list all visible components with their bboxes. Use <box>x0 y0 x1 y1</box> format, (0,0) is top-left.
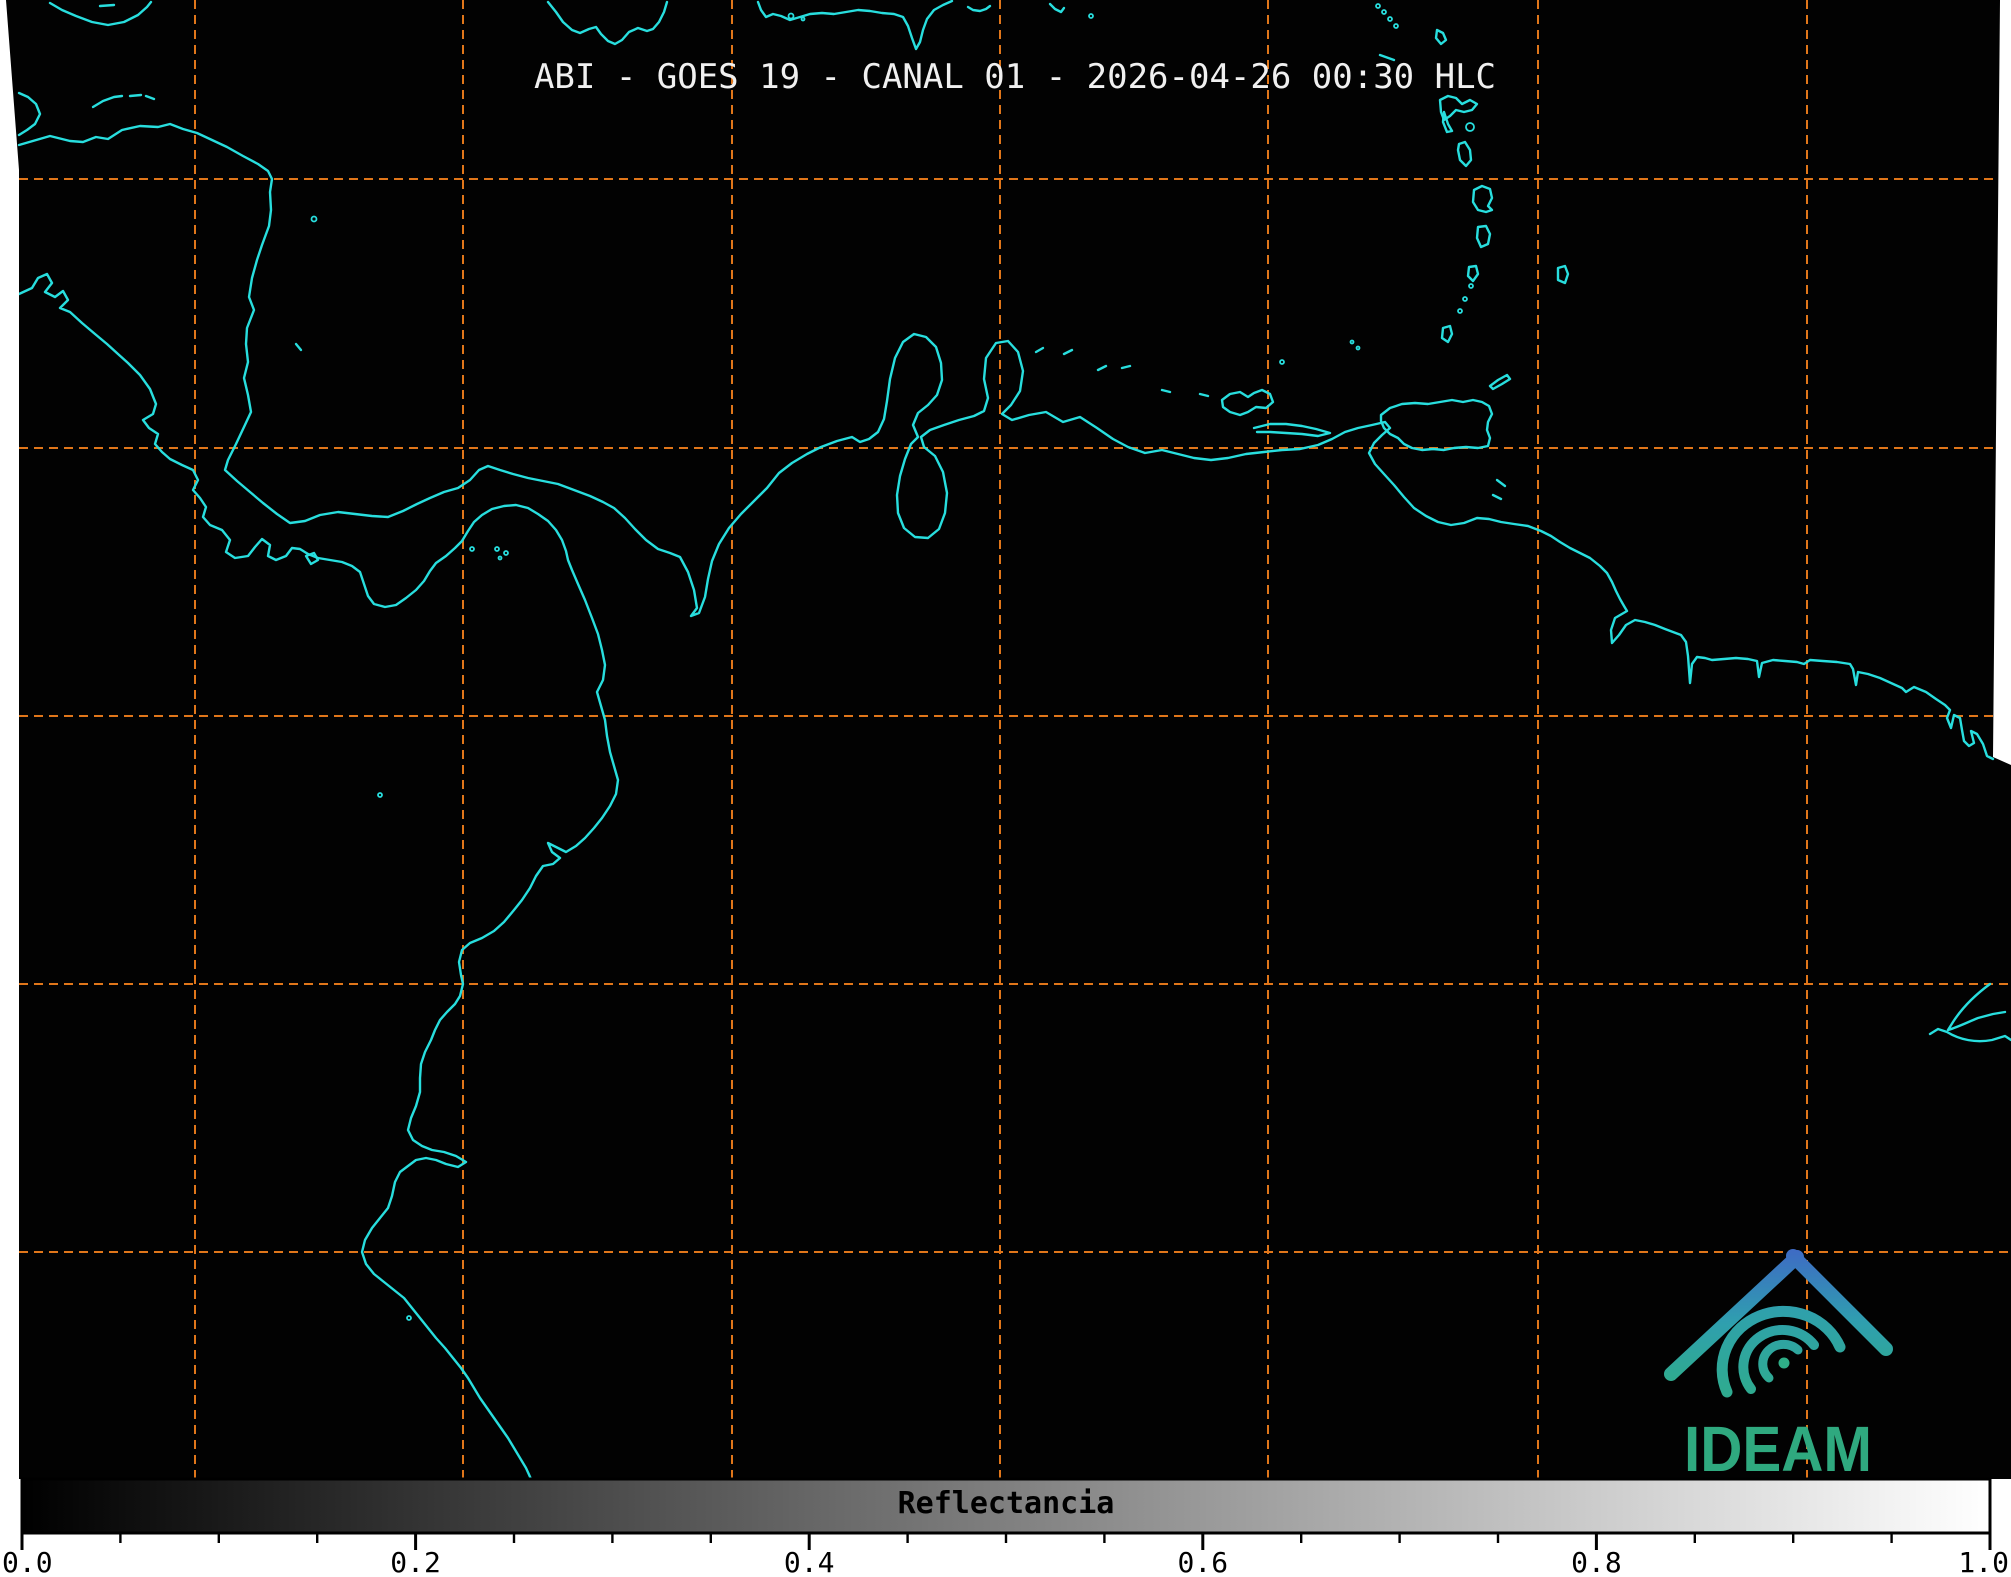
satellite-scene-footprint <box>6 0 2011 1479</box>
logo-spiral-eye-icon <box>1778 1357 1790 1369</box>
coastline-cayman-dash <box>98 3 116 8</box>
colorbar-tick-label: 0.2 <box>390 1546 441 1577</box>
product-title: ABI - GOES 19 - CANAL 01 - 2026-04-26 00… <box>534 57 1496 97</box>
satellite-image-canvas: ABI - GOES 19 - CANAL 01 - 2026-04-26 00… <box>2 0 2011 1577</box>
colorbar-axis-label: Reflectancia <box>898 1486 1115 1521</box>
colorbar-tick-label: 0.8 <box>1571 1546 1622 1577</box>
colorbar-tick-labels: 0.0 0.2 0.4 0.6 0.8 1.0 <box>2 1546 2009 1577</box>
reflectance-colorbar: 0.0 0.2 0.4 0.6 0.8 1.0 Reflectancia <box>2 1477 2009 1577</box>
colorbar-tick-label: 0.0 <box>2 1546 53 1577</box>
colorbar-tick-label: 0.4 <box>784 1546 835 1577</box>
logo-wordmark: IDEAM <box>1684 1413 1872 1485</box>
colorbar-ticks <box>20 1533 1992 1550</box>
colorbar-tick-label: 1.0 <box>1958 1546 2009 1577</box>
colorbar-tick-label: 0.6 <box>1178 1546 1229 1577</box>
coastline-bay-islands-2 <box>128 93 143 98</box>
goes-satellite-product-window: ABI - GOES 19 - CANAL 01 - 2026-04-26 00… <box>0 0 2011 1577</box>
